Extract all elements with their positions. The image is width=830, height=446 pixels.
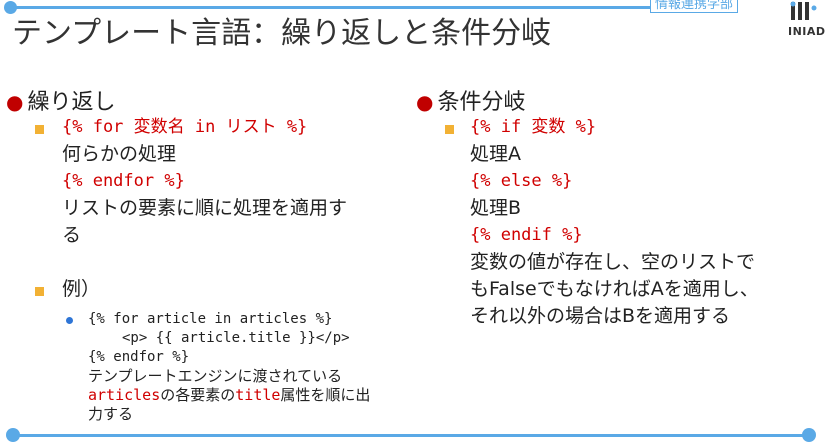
round-bullet-icon xyxy=(66,317,73,324)
page-title: テンプレート言語：繰り返しと条件分岐 xyxy=(12,16,552,51)
left-heading: ● 繰り返し xyxy=(6,84,115,116)
title-code: title xyxy=(235,386,281,404)
square-bullet-icon xyxy=(35,125,44,134)
if-description-line3: それ以外の場合はBを適用する xyxy=(470,305,731,327)
logo-text: INIAD xyxy=(788,25,826,38)
example-code-line3: {% endfor %} xyxy=(88,349,190,365)
square-bullet-icon xyxy=(445,125,454,134)
branch-b-text: 処理B xyxy=(470,197,522,219)
desc-text: 属性を順に出 xyxy=(280,386,371,404)
example-code-line2: <p> {{ article.title }}</p> xyxy=(122,330,350,346)
desc-text: の各要素の xyxy=(160,386,236,404)
if-description-line1: 変数の値が存在し、空のリストで xyxy=(470,251,756,273)
for-description-line2: る xyxy=(62,224,82,246)
right-heading-text: 条件分岐 xyxy=(437,90,526,115)
bottom-line-dot-right xyxy=(802,428,816,442)
for-syntax-code: {% for 変数名 in リスト %} xyxy=(62,117,308,137)
department-label: 情報連携学部 xyxy=(650,0,739,13)
if-description-line2: もFalseでもなければAを適用し、 xyxy=(470,278,759,300)
left-heading-text: 繰り返し xyxy=(27,90,116,115)
heading-bullet-icon: ● xyxy=(416,90,434,114)
endif-code: {% endif %} xyxy=(470,225,583,245)
articles-code: articles xyxy=(88,386,161,404)
example-description-line2: articlesの各要素のtitle属性を順に出 xyxy=(88,386,370,405)
right-heading: ● 条件分岐 xyxy=(416,84,525,116)
example-code-line1: {% for article in articles %} xyxy=(88,311,333,327)
example-label: 例） xyxy=(62,278,101,300)
square-bullet-icon xyxy=(35,287,44,296)
heading-bullet-icon: ● xyxy=(6,90,24,114)
example-description-line3: 力する xyxy=(88,405,134,423)
for-description-line1: リストの要素に順に処理を適用す xyxy=(62,197,348,219)
branch-a-text: 処理A xyxy=(470,143,521,165)
for-body-text: 何らかの処理 xyxy=(62,143,177,165)
if-code: {% if 変数 %} xyxy=(470,117,597,137)
else-code: {% else %} xyxy=(470,171,573,191)
bottom-line-dot-left xyxy=(6,428,20,442)
example-description-line1: テンプレートエンジンに渡されている xyxy=(88,367,343,385)
bottom-accent-line xyxy=(12,434,808,437)
endfor-code: {% endfor %} xyxy=(62,171,185,191)
